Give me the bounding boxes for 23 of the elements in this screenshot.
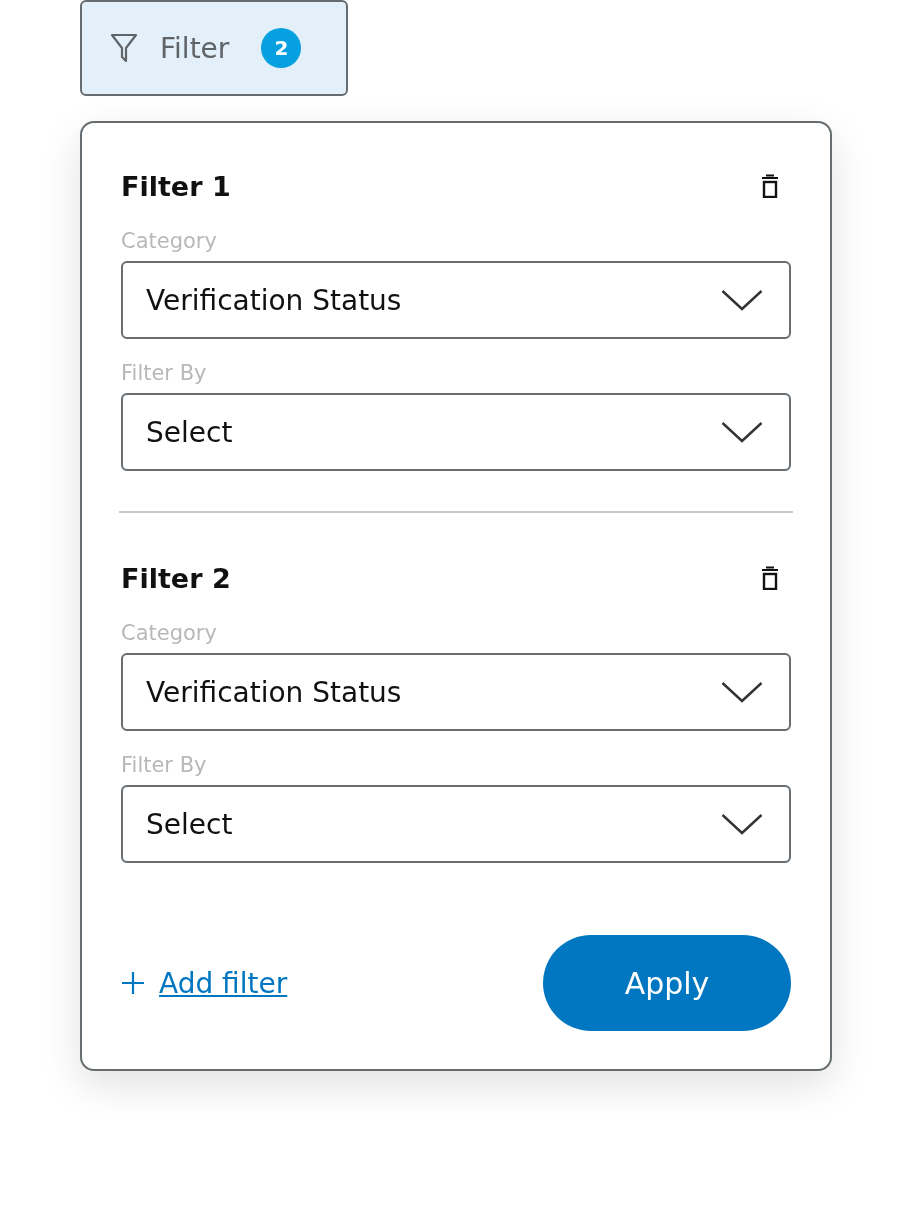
trash-icon[interactable] [761, 174, 779, 198]
add-filter-link[interactable]: Add filter [159, 966, 288, 1000]
field-label: Category [121, 229, 218, 253]
filter-button[interactable]: Filter 2 [80, 0, 348, 96]
chevron-down-icon [721, 813, 763, 835]
dropdown-field[interactable]: Select [121, 393, 791, 471]
chevron-down-icon [721, 421, 763, 443]
chevron-down-icon [721, 289, 763, 311]
filter-title: Filter 1 [121, 170, 231, 202]
dropdown-field[interactable]: Verification Status [121, 261, 791, 339]
dropdown-field[interactable]: Verification Status [121, 653, 791, 731]
filter-title: Filter 2 [121, 562, 231, 594]
trash-icon[interactable] [761, 566, 779, 590]
field-label: Filter By [121, 753, 208, 777]
field-label: Category [121, 621, 218, 645]
apply-button[interactable]: Apply [543, 935, 791, 1031]
dropdown-field[interactable]: Select [121, 785, 791, 863]
plus-icon[interactable] [121, 971, 145, 995]
field-label: Filter By [121, 361, 208, 385]
count-badge: 2 [261, 28, 302, 68]
filter-label: Filter [160, 31, 230, 65]
chevron-down-icon [721, 681, 763, 703]
funnel-icon [110, 33, 138, 63]
